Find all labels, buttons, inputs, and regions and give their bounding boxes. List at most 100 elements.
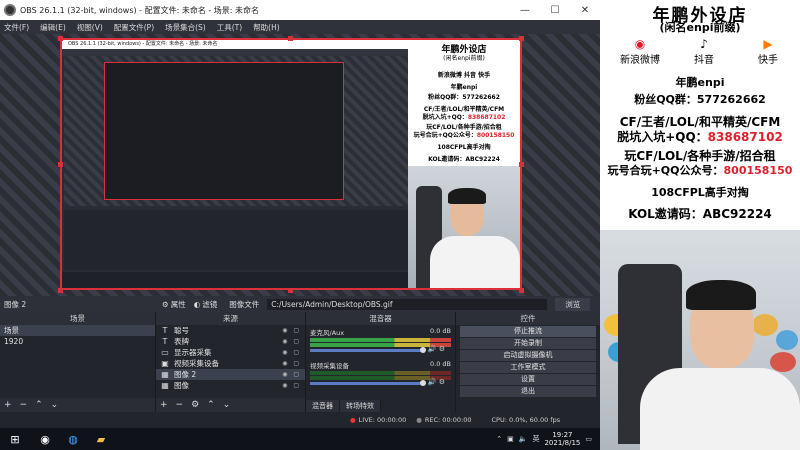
level-meter (310, 338, 451, 342)
input-method-icon[interactable]: 英 (532, 434, 539, 444)
filters-button[interactable]: 滤镜 (202, 299, 217, 310)
menu-scene-collection[interactable]: 场景集合(S) (165, 22, 206, 33)
preview-canvas[interactable]: OBS 26.1.1 (32-bit, windows) - 配置文件: 未命名… (60, 38, 522, 290)
browser-taskbar-icon[interactable]: ◍ (64, 430, 82, 448)
virtual-camera-button[interactable]: 启动虚拟摄像机 (460, 350, 596, 361)
social-label: 抖音 (694, 55, 714, 66)
obs-window: OBS 26.1.1 (32-bit, windows) - 配置文件: 未命名… (0, 0, 600, 428)
visibility-lock-icon: ◉ ▢ (282, 349, 301, 356)
maximize-button[interactable]: ☐ (540, 0, 570, 20)
volume-slider[interactable] (310, 380, 426, 386)
person-shirt (640, 368, 800, 450)
mini-name-tag: 年鹏enpi (450, 84, 478, 91)
mini-line-f: KOL邀请码：ABC92224 (428, 156, 500, 163)
menu-tools[interactable]: 工具(T) (217, 22, 242, 33)
live-time: LIVE: 00:00:00 (358, 416, 407, 424)
move-up-icon[interactable]: ⌃ (35, 400, 43, 410)
visibility-lock-icon: ◉ ▢ (282, 371, 301, 378)
shop-poster: 年鹏外设店 (闲名enpi前缀) ◉ 新浪微博 ♪ 抖音 ▶ 快手 年鹏enpi… (600, 0, 800, 230)
add-icon[interactable]: + (160, 400, 168, 410)
mixer-track: 麦克风/Aux 0.0 dB 🔊 ⚙ (310, 327, 451, 353)
monitor-icon: ▭ (161, 348, 169, 357)
source-item[interactable]: ▦ 图像 ◉ ▢ (156, 380, 305, 391)
clock[interactable]: 19:27 2021/8/15 (544, 431, 580, 447)
preview-area[interactable]: OBS 26.1.1 (32-bit, windows) - 配置文件: 未命名… (0, 34, 600, 296)
scene-item[interactable]: 场景 (0, 325, 155, 336)
add-icon[interactable]: + (4, 400, 12, 410)
remove-icon[interactable]: − (176, 400, 184, 410)
move-down-icon[interactable]: ⌄ (51, 400, 59, 410)
speaker-gear-icon[interactable]: 🔊 ⚙ (428, 378, 445, 386)
sources-dock: 来源 T 聪号 ◉ ▢ T 表牌 ◉ ▢ ▭ 显示器采集 ◉ ▢ ▣ 视频采集设备 ◉ ▢ ▦ 图… (156, 312, 306, 412)
scenes-dock: 场景 场景 1920 + − ⌃ ⌄ (0, 312, 156, 412)
track-db: 0.0 dB (430, 327, 451, 335)
mini-fans-line: 粉丝QQ群：577262662 (428, 94, 500, 101)
volume-icon[interactable]: 🔈 (519, 435, 528, 443)
tray-arrow-icon[interactable]: ⌃ (496, 435, 502, 443)
clock-date: 2021/8/15 (544, 439, 581, 447)
tab-mixer[interactable]: 混音器 (306, 400, 340, 412)
close-button[interactable]: ✕ (570, 0, 600, 20)
obs-taskbar-icon[interactable]: ◉ (36, 430, 54, 448)
menu-edit[interactable]: 编辑(E) (40, 22, 66, 33)
system-tray: ⌃ ▣ 🔈 英 19:27 2021/8/15 ▭ (496, 428, 592, 450)
text-icon: T (162, 337, 168, 346)
move-up-icon[interactable]: ⌃ (207, 400, 215, 410)
mini-line-e: 108CFPL高手对掏 (437, 144, 491, 151)
mini-line-d: 玩号合玩+QQ公众号：800158150 (413, 132, 515, 139)
social-label: 快手 (758, 55, 778, 66)
windows-taskbar: ⊞ ◉ ◍ ▰ ⌃ ▣ 🔈 英 19:27 2021/8/15 ▭ (0, 428, 600, 450)
nested-obs-capture: OBS 26.1.1 (32-bit, windows) - 配置文件: 未命名… (62, 40, 412, 288)
visibility-lock-icon: ◉ ▢ (282, 327, 301, 334)
volume-slider[interactable] (310, 347, 426, 353)
scenes-header: 场景 (0, 312, 155, 325)
mini-social-row: 新浪微博 抖音 快手 (437, 72, 491, 79)
level-meter (310, 371, 451, 375)
gear-icon[interactable]: ⚙ (191, 400, 199, 410)
obs-logo-icon (4, 4, 16, 16)
windows-start-icon[interactable]: ⊞ (6, 430, 24, 448)
social-kuaishou: ▶ 快手 (738, 37, 798, 66)
scene-item[interactable]: 1920 (0, 336, 155, 347)
menu-bar: 文件(F) 编辑(E) 视图(V) 配置文件(P) 场景集合(S) 工具(T) … (0, 20, 600, 34)
source-item[interactable]: ▭ 显示器采集 ◉ ▢ (156, 347, 305, 358)
speaker-gear-icon[interactable]: 🔊 ⚙ (428, 345, 445, 353)
nested-title: OBS 26.1.1 (32-bit, windows) - 配置文件: 未命名… (62, 40, 412, 49)
social-weibo: ◉ 新浪微博 (610, 37, 670, 66)
source-item[interactable]: T 聪号 ◉ ▢ (156, 325, 305, 336)
rec-time: REC: 00:00:00 (424, 416, 472, 424)
stop-streaming-button[interactable]: 停止推流 (460, 326, 596, 337)
menu-view[interactable]: 视图(V) (77, 22, 103, 33)
gear-icon[interactable]: ⚙ (162, 300, 169, 309)
network-icon[interactable]: ▣ (507, 435, 514, 443)
tab-transitions[interactable]: 转场特效 (340, 400, 381, 412)
browse-button[interactable]: 浏览 (555, 297, 591, 311)
menu-file[interactable]: 文件(F) (4, 22, 29, 33)
notification-icon[interactable]: ▭ (585, 435, 592, 443)
weibo-icon: ◉ (634, 37, 646, 51)
minimize-button[interactable]: — (510, 0, 540, 20)
webcam-feed (600, 230, 800, 450)
move-down-icon[interactable]: ⌄ (223, 400, 231, 410)
source-item[interactable]: ▦ 图像 2 ◉ ▢ (156, 369, 305, 380)
start-recording-button[interactable]: 开始录制 (460, 338, 596, 349)
screen: OBS 26.1.1 (32-bit, windows) - 配置文件: 未命名… (0, 0, 800, 450)
docks-area: 场景 场景 1920 + − ⌃ ⌄ 来源 T 聪号 ◉ ▢ T 表牌 ◉ ▢ ▭ 显示器… (0, 312, 600, 412)
source-item[interactable]: ▣ 视频采集设备 ◉ ▢ (156, 358, 305, 369)
image-path-field[interactable]: C:/Users/Admin/Desktop/OBS.gif (267, 298, 548, 310)
filter-icon[interactable]: ◐ (194, 300, 201, 309)
poster-name-tag: 年鹏enpi (675, 76, 725, 89)
studio-mode-button[interactable]: 工作室模式 (460, 362, 596, 373)
exit-button[interactable]: 退出 (460, 386, 596, 397)
settings-button[interactable]: 设置 (460, 374, 596, 385)
remove-icon[interactable]: − (20, 400, 28, 410)
properties-bar: 图像 2 ⚙ 属性 ◐ 滤镜 图像文件 C:/Users/Admin/Deskt… (0, 296, 600, 312)
properties-button[interactable]: 属性 (171, 299, 186, 310)
menu-help[interactable]: 帮助(H) (253, 22, 280, 33)
folder-taskbar-icon[interactable]: ▰ (92, 430, 110, 448)
status-bar: ● LIVE: 00:00:00 ● REC: 00:00:00 CPU: 0.… (0, 412, 600, 428)
kuaishou-icon: ▶ (763, 37, 773, 51)
menu-profile[interactable]: 配置文件(P) (114, 22, 154, 33)
source-item[interactable]: T 表牌 ◉ ▢ (156, 336, 305, 347)
poster-fans-line: 粉丝QQ群：577262662 (634, 93, 766, 106)
